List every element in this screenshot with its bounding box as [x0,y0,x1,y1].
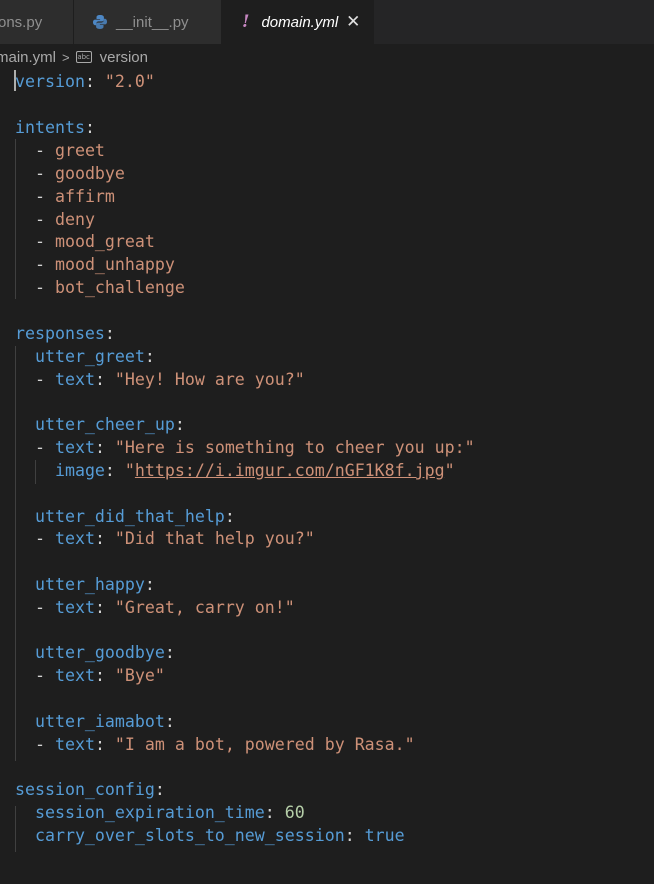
code-line: version: "2.0" [15,72,155,91]
code-line: - affirm [15,187,115,206]
breadcrumb: main.yml > abc version [0,44,654,70]
code-line: utter_iamabot: [34,712,175,731]
code-line: - deny [15,210,95,229]
tab-domain-yml[interactable]: ! domain.yml ✕ [222,0,374,44]
close-icon[interactable]: ✕ [346,12,360,32]
code-line: session_expiration_time: 60 [34,803,305,822]
code-line: responses: [15,324,115,343]
code-line: - text: "Hey! How are you?" [15,370,305,389]
code-line: - text: "I am a bot, powered by Rasa." [15,735,415,754]
code-editor[interactable]: version: "2.0" intents: - greet - goodby… [0,70,654,884]
code-line: - mood_great [15,232,155,251]
python-icon [93,15,107,29]
indent-guide [15,346,16,761]
yaml-exclamation-icon: ! [242,12,250,32]
code-line: - bot_challenge [15,278,185,297]
code-line: carry_over_slots_to_new_session: true [34,826,405,845]
tab-label: ons.py [0,13,43,31]
abc-string-icon: abc [75,51,92,63]
code-line: - text: "Did that help you?" [15,529,315,548]
code-line: session_config: [15,780,165,799]
code-line: utter_cheer_up: [34,415,185,434]
tab-actions-py[interactable]: ons.py [0,0,74,44]
tab-label: domain.yml [261,13,339,31]
tab-bar: ons.py __init__.py ! domain.yml ✕ [0,0,654,44]
code-line: image: "https://i.imgur.com/nGF1K8f.jpg" [54,461,455,480]
code-line: intents: [15,118,95,137]
code-line: utter_greet: [34,347,155,366]
code-line: - mood_unhappy [15,255,175,274]
code-line: - greet [15,141,105,160]
chevron-right-icon: > [62,49,70,65]
code-line: - goodbye [15,164,125,183]
tab-init-py[interactable]: __init__.py [74,0,222,44]
code-line: - text: "Here is something to cheer you … [15,438,475,457]
code-line: utter_happy: [34,575,155,594]
tab-label: __init__.py [116,13,189,31]
code-line: - text: "Bye" [15,666,165,685]
code-line: utter_goodbye: [34,643,175,662]
code-line: - text: "Great, carry on!" [15,598,295,617]
code-line: utter_did_that_help: [34,507,235,526]
image-url-link[interactable]: https://i.imgur.com/nGF1K8f.jpg [135,461,445,480]
breadcrumb-symbol[interactable]: version [100,49,148,66]
breadcrumb-file[interactable]: main.yml [0,49,56,66]
